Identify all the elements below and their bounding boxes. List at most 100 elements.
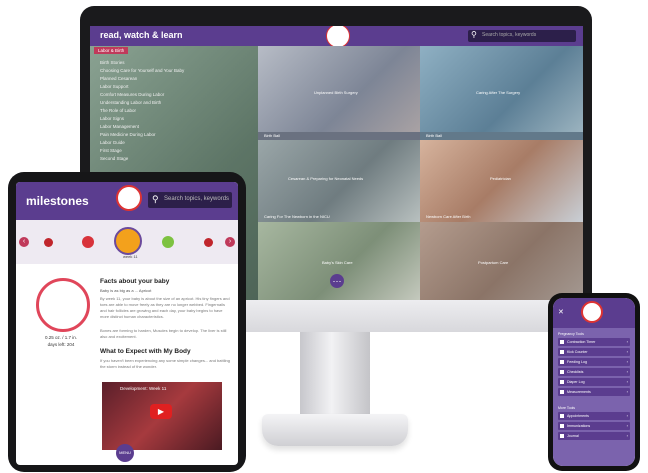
calendar-icon [560,414,564,418]
video-tile[interactable]: Postpartum Care [420,222,583,304]
search-icon: ⚲ [152,194,159,204]
tile-strip: Birth Ball [420,132,583,140]
chevron-right-icon: › [626,339,628,344]
search-placeholder: Search topics, keywords [164,196,230,202]
phone-header: ✕ [553,298,635,328]
tile-label: Caring For The Newborn in the NICU [264,214,330,219]
menu-item-label: Checklists [567,370,584,374]
video-player[interactable]: Development: Week 11 ▶ [102,382,222,450]
chevron-right-icon[interactable]: › [225,237,235,247]
tablet-search-input[interactable]: ⚲ Search topics, keywords [148,192,232,208]
days-left-stat: days left: 204 [47,342,75,347]
timer-icon [560,340,564,344]
menu-item[interactable]: Feeding Log › [558,358,630,366]
phone-menu: Pregnancy Tools Contraction Timer › Kick … [553,328,635,466]
video-tile[interactable]: Pediatrician Newborn Care After Birth [420,140,583,222]
menu-item[interactable]: Immunizations › [558,422,630,430]
more-button[interactable]: ⋯ [330,274,344,288]
sidebar-item[interactable]: Pain Medicine During Labor [100,132,156,137]
strawberry-icon[interactable] [82,236,94,248]
chevron-right-icon: › [626,369,628,374]
sidebar-item-active[interactable]: Labor & Birth [94,47,129,54]
brand-logo[interactable] [116,185,142,211]
facts-paragraph: Bones are forming to harden, Muscles beg… [100,328,227,339]
sidebar-item[interactable]: Labor Guide [100,140,125,145]
week-carousel: ‹ › week 11 [16,220,238,264]
tile-label: Baby's Skin Care [322,260,353,265]
ruler-icon [560,390,564,394]
menu-item[interactable]: Kick Counter › [558,348,630,356]
chevron-right-icon: › [626,433,628,438]
size-stat: 0.25 oz. / 1.7 in. [44,335,78,340]
tile-label: Birth Ball [264,133,281,138]
sidebar-item[interactable]: Labor Support [100,84,129,89]
menu-section-title: More Tools [558,406,576,410]
chevron-right-icon: › [626,389,628,394]
menu-item-label: Contraction Timer [567,340,596,344]
cherry-icon[interactable] [44,238,53,247]
tile-label: Postpartum Care [478,260,509,265]
tablet-header: milestones ⚲ Search topics, keywords [16,182,238,220]
sidebar-item[interactable]: Labor Signs [100,116,124,121]
sidebar-item[interactable]: Second Stage [100,156,128,161]
menu-item-label: Appointments [567,414,589,418]
menu-item[interactable]: Appointments › [558,412,630,420]
desktop-search-input[interactable]: ⚲ Search topics, keywords [468,30,576,42]
diaper-icon [560,380,564,384]
tile-label: Birth Ball [426,133,443,138]
menu-item-label: Measurements [567,390,591,394]
menu-item[interactable]: Journal › [558,432,630,440]
facts-paragraph: By week 11, your baby is about the size … [100,296,230,319]
sidebar-item[interactable]: Understanding Labor and Birth [100,100,161,105]
cherry-icon[interactable] [204,238,213,247]
menu-item[interactable]: Measurements › [558,388,630,396]
sidebar-item[interactable]: Planned Cesarean [100,76,137,81]
menu-item[interactable]: Contraction Timer › [558,338,630,346]
search-placeholder: Search topics, keywords [482,32,537,38]
play-icon[interactable]: ▶ [150,404,172,419]
close-icon[interactable]: ✕ [558,308,564,316]
menu-button[interactable]: MENU [116,444,134,462]
chevron-left-icon[interactable]: ‹ [19,237,29,247]
sidebar-item[interactable]: The Role of Labor [100,108,136,113]
video-tile[interactable]: Unplanned Birth Surgery [258,46,420,132]
chevron-right-icon: › [626,379,628,384]
sidebar-item[interactable]: Labor Management [100,124,139,129]
tablet-title: milestones [26,194,89,208]
sidebar-item[interactable]: Choosing Care for Yourself and Your Baby [100,68,184,73]
menu-section-title: Pregnancy Tools [558,332,584,336]
video-tile[interactable]: Caring After The Surgery [420,46,583,132]
bottle-icon [560,360,564,364]
tile-label: Pediatrician [490,176,511,181]
facts-subheading: Baby is as big as a ... Apricot [100,288,152,293]
brand-logo[interactable] [581,301,603,323]
baby-stats: 0.25 oz. / 1.7 in. days left: 204 [28,334,94,348]
desktop-title: read, watch & learn [100,30,183,40]
sidebar-item[interactable]: First Stage [100,148,122,153]
search-icon: ⚲ [471,30,477,39]
brand-logo[interactable] [326,26,350,48]
menu-item-label: Diaper Log [567,380,585,384]
menu-item[interactable]: Checklists › [558,368,630,376]
phone-screen: ✕ Pregnancy Tools Contraction Timer › Kic… [553,298,635,466]
menu-item-label: Journal [567,434,579,438]
sidebar-item[interactable]: Birth Stories [100,60,125,65]
sidebar-item[interactable]: Comfort Measures During Labor [100,92,164,97]
chevron-right-icon: › [626,349,628,354]
menu-item[interactable]: Diaper Log › [558,378,630,386]
apricot-icon[interactable] [114,227,142,255]
body-paragraph: If you haven't been experiencing any som… [100,358,230,369]
video-tile[interactable]: Cesarean & Preparing for Neonatal Needs … [258,140,420,222]
monitor-stand [300,332,370,418]
lime-icon[interactable] [162,236,174,248]
tile-label: Unplanned Birth Surgery [314,90,358,95]
tile-strip: Birth Ball [258,132,420,140]
desktop-header: read, watch & learn ⚲ Search topics, key… [90,26,583,48]
video-title: Development: Week 11 [120,386,167,391]
chevron-right-icon: › [626,359,628,364]
video-tile[interactable]: Baby's Skin Care [258,222,420,304]
counter-icon [560,350,564,354]
syringe-icon [560,424,564,428]
tile-label: Caring After The Surgery [476,90,521,95]
menu-item-label: Kick Counter [567,350,588,354]
